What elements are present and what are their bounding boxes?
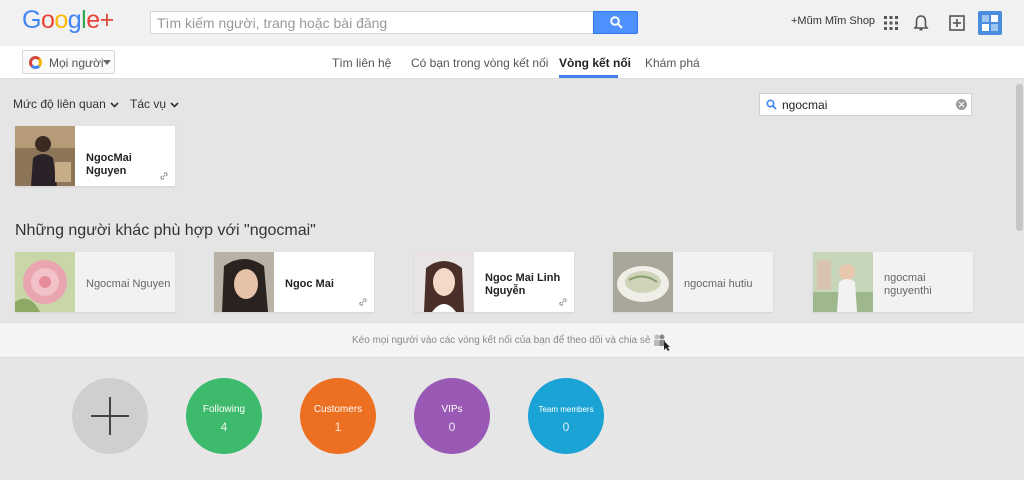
person-photo: [15, 126, 75, 186]
circle-label: VIPs: [441, 404, 463, 415]
drag-people-icon: [654, 334, 670, 351]
bell-icon[interactable]: [911, 13, 931, 33]
circle-label: Following: [202, 404, 246, 415]
circle-count: 0: [562, 420, 570, 434]
search-button[interactable]: [593, 11, 638, 34]
share-box-icon[interactable]: [947, 13, 967, 33]
person-photo: [15, 252, 75, 312]
top-header: Google+ Tìm kiếm người, trang hoặc bài đ…: [0, 0, 1024, 46]
tab-circles[interactable]: Vòng kết nối: [559, 56, 631, 70]
circle-vips[interactable]: VIPs 0: [414, 378, 490, 454]
apps-icon[interactable]: [881, 13, 901, 33]
circle-count: 0: [448, 420, 456, 434]
avatar[interactable]: [978, 11, 1002, 35]
circle-count: 4: [220, 420, 228, 434]
active-tab-indicator: [559, 75, 618, 78]
chevron-down-icon: [170, 102, 179, 108]
tab-discover[interactable]: Khám phá: [645, 56, 700, 70]
tab-find-contacts[interactable]: Tìm liên hệ: [332, 56, 391, 70]
link-icon[interactable]: [159, 171, 169, 181]
link-icon[interactable]: [558, 297, 568, 307]
suggested-person-card[interactable]: ngocmai hutiu: [613, 252, 773, 312]
google-plus-logo[interactable]: Google+: [22, 6, 114, 35]
person-name: Ngoc Mai: [285, 278, 334, 290]
shop-link[interactable]: +Mũm Mĩm Shop: [791, 15, 875, 27]
person-name: ngocmai nguyenthi: [884, 272, 932, 297]
person-photo: [414, 252, 474, 312]
actions-dropdown-label: Tác vụ: [130, 97, 167, 111]
person-name: Ngoc Mai Linh Nguyễn: [485, 272, 561, 297]
drag-hint-strip: Kéo mọi người vào các vòng kết nối của b…: [0, 322, 1024, 358]
people-navbar: Mọi người Tìm liên hệ Có bạn trong vòng …: [0, 46, 1024, 79]
chevron-down-icon: [110, 102, 119, 108]
circle-customers[interactable]: Customers 1: [300, 378, 376, 454]
circle-label: Team members: [538, 405, 594, 414]
person-photo: [613, 252, 673, 312]
person-photo: [214, 252, 274, 312]
suggested-person-card[interactable]: Ngoc Mai: [214, 252, 374, 312]
person-name: ngocmai hutiu: [684, 278, 753, 290]
circles-area: [0, 359, 1024, 480]
sort-dropdown-label: Mức độ liên quan: [13, 97, 106, 111]
circle-label: Customers: [313, 404, 363, 415]
circle-search-input[interactable]: ngocmai: [759, 93, 972, 116]
search-icon: [610, 16, 623, 29]
person-card[interactable]: NgocMai Nguyen: [15, 126, 175, 186]
create-circle-button[interactable]: [72, 378, 148, 454]
person-photo: [813, 252, 873, 312]
scrollbar-thumb[interactable]: [1016, 84, 1023, 231]
sort-dropdown[interactable]: Mức độ liên quan: [13, 97, 119, 111]
link-icon[interactable]: [358, 297, 368, 307]
people-ring-icon: [29, 56, 42, 69]
suggested-person-card[interactable]: Ngocmai Nguyen: [15, 252, 175, 312]
search-icon: [766, 99, 777, 110]
tab-have-you-in-circles[interactable]: Có bạn trong vòng kết nối: [411, 56, 548, 70]
actions-dropdown[interactable]: Tác vụ: [130, 97, 179, 111]
search-input[interactable]: Tìm kiếm người, trang hoặc bài đăng: [150, 11, 593, 34]
people-dropdown-label: Mọi người: [49, 56, 104, 70]
suggested-person-card[interactable]: ngocmai nguyenthi: [813, 252, 973, 312]
people-dropdown[interactable]: Mọi người: [22, 50, 115, 74]
circle-team-members[interactable]: Team members 0: [528, 378, 604, 454]
circle-following[interactable]: Following 4: [186, 378, 262, 454]
drag-hint-text: Kéo mọi người vào các vòng kết nối của b…: [352, 335, 651, 346]
suggested-person-card[interactable]: Ngoc Mai Linh Nguyễn: [414, 252, 574, 312]
section-title: Những người khác phù hợp với "ngocmai": [15, 222, 316, 239]
person-name: Ngocmai Nguyen: [86, 278, 171, 290]
clear-search-icon[interactable]: [956, 99, 967, 110]
circle-search-value: ngocmai: [782, 98, 828, 112]
chevron-down-icon: [103, 60, 111, 65]
circle-count: 1: [334, 420, 342, 434]
